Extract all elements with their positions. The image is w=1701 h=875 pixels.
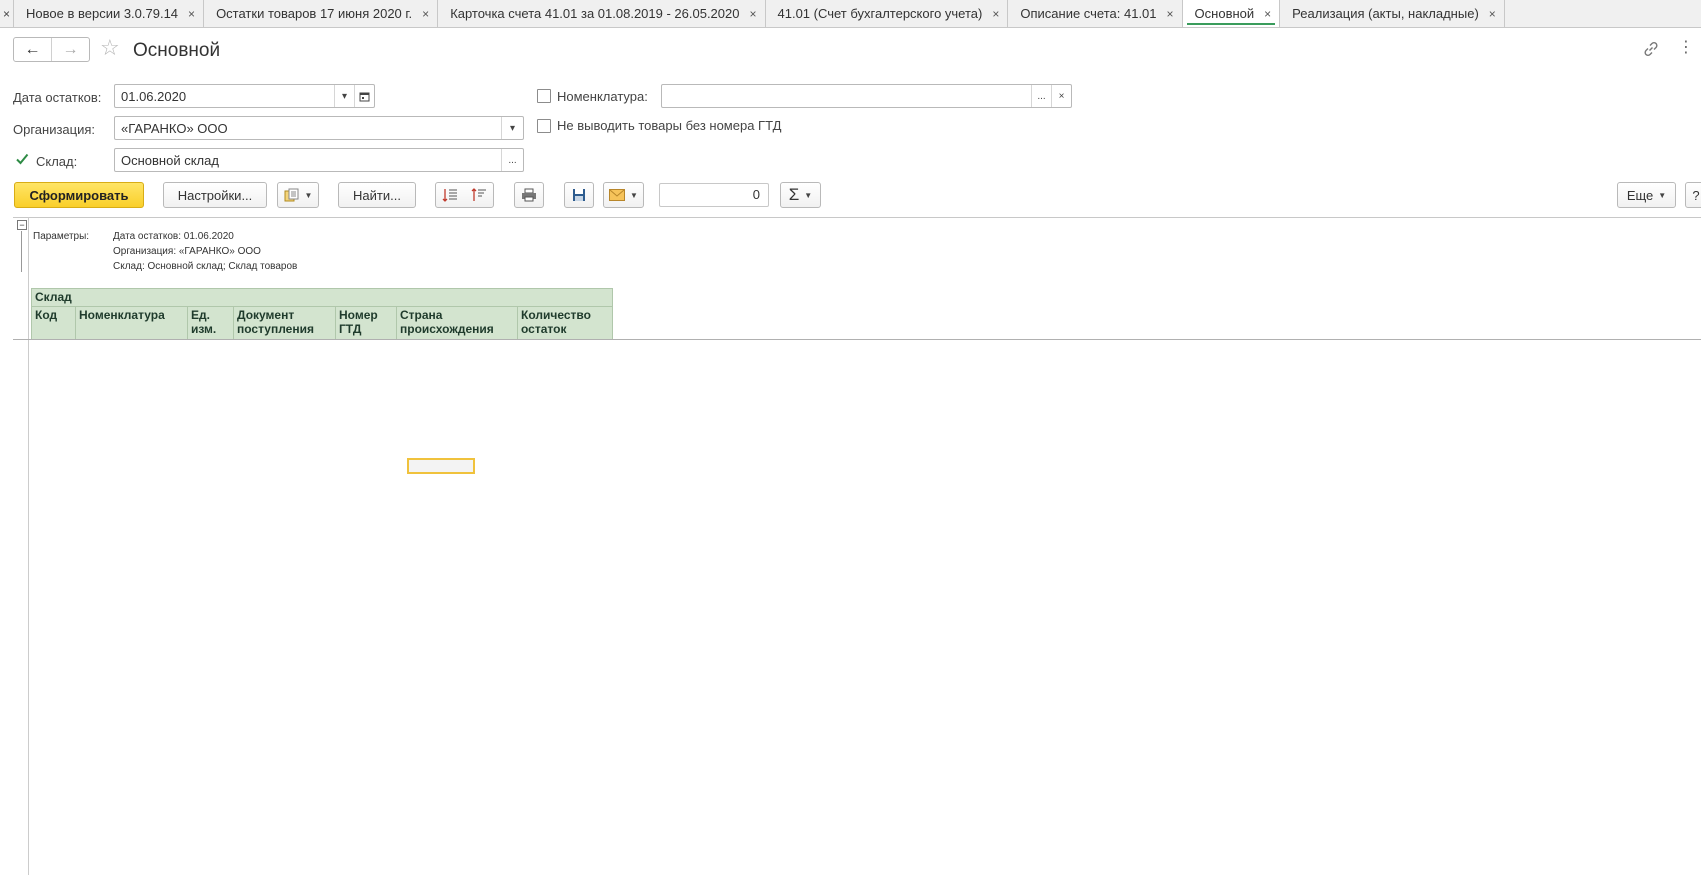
no-gtd-checkbox[interactable]: [537, 119, 551, 133]
dropdown-icon[interactable]: ▾: [501, 117, 523, 139]
column-header-unit: Ед. изм.: [187, 306, 234, 340]
group-header-cell: Склад: [31, 288, 613, 307]
collapse-groups-icon[interactable]: [471, 187, 487, 203]
param-organization: Организация: «ГАРАНКО» ООО: [113, 246, 261, 257]
organization-label: Организация:: [13, 122, 96, 137]
link-icon[interactable]: [1642, 40, 1660, 58]
nomenclature-label: Номенклатура:: [557, 89, 648, 104]
group-line: [21, 231, 22, 272]
close-icon[interactable]: ×: [0, 0, 14, 27]
tab-sales[interactable]: Реализация (акты, накладные) ×: [1280, 0, 1505, 27]
date-field[interactable]: 01.06.2020 ▾: [114, 84, 375, 108]
nomenclature-checkbox[interactable]: [537, 89, 551, 103]
close-icon[interactable]: ×: [188, 7, 195, 21]
more-button[interactable]: Еще ▼: [1617, 182, 1676, 208]
send-email-button[interactable]: ▼: [603, 182, 644, 208]
tab-label: 41.01 (Счет бухгалтерского учета): [777, 6, 983, 21]
more-button-label: Еще: [1626, 187, 1654, 203]
star-icon[interactable]: ☆: [100, 35, 120, 61]
select-button[interactable]: ...: [501, 149, 523, 171]
generate-button[interactable]: Сформировать: [14, 182, 144, 208]
select-button[interactable]: ...: [1031, 85, 1051, 107]
back-arrow-icon[interactable]: ←: [14, 38, 51, 61]
close-icon[interactable]: ×: [1264, 7, 1271, 21]
column-header-gtd-number: Номер ГТД: [335, 306, 397, 340]
find-button[interactable]: Найти...: [338, 182, 416, 208]
warehouse-field[interactable]: Основной склад ...: [114, 148, 524, 172]
report-gutter: [15, 217, 29, 875]
more-vertical-icon[interactable]: ⋮: [1678, 38, 1694, 58]
selected-cell[interactable]: [407, 458, 475, 474]
dropdown-icon[interactable]: ▾: [334, 85, 354, 107]
tab-label: Основной: [1194, 6, 1255, 21]
floppy-disk-icon: [573, 189, 585, 201]
close-icon[interactable]: ×: [992, 7, 999, 21]
tab-label: Новое в версии 3.0.79.14: [26, 6, 179, 21]
column-header-nomenclature: Номенклатура: [75, 306, 188, 340]
dropdown-icon: ▼: [304, 190, 313, 200]
save-button[interactable]: [564, 182, 594, 208]
sum-value-field[interactable]: 0: [659, 183, 769, 207]
column-header-quantity: Количество остаток: [517, 306, 613, 340]
close-icon[interactable]: ×: [749, 7, 756, 21]
envelope-icon: [609, 189, 626, 201]
settings-button[interactable]: Настройки...: [163, 182, 267, 208]
tab-stock-balance[interactable]: Остатки товаров 17 июня 2020 г. ×: [204, 0, 439, 27]
table-divider: [13, 339, 1701, 340]
printer-icon: [522, 188, 536, 202]
warehouse-label: Склад:: [36, 154, 78, 169]
warehouse-checkbox[interactable]: [15, 152, 29, 166]
clear-icon[interactable]: ×: [1051, 85, 1071, 107]
tab-account-description[interactable]: Описание счета: 41.01 ×: [1008, 0, 1183, 27]
tab-bar: × Новое в версии 3.0.79.14 × Остатки това…: [0, 0, 1701, 28]
tab-label: Описание счета: 41.01: [1020, 6, 1157, 21]
param-warehouse: Склад: Основной склад; Склад товаров: [113, 261, 298, 272]
nomenclature-field[interactable]: ... ×: [661, 84, 1072, 108]
help-button[interactable]: ?: [1685, 182, 1701, 208]
column-header-code: Код: [31, 306, 76, 340]
print-button[interactable]: [514, 182, 544, 208]
column-header-country: Страна происхождения: [396, 306, 518, 340]
tab-label: Реализация (акты, накладные): [1292, 6, 1479, 21]
date-label: Дата остатков:: [13, 90, 102, 105]
collapse-icon[interactable]: −: [17, 220, 27, 230]
tab-label: Остатки товаров 17 июня 2020 г.: [216, 6, 413, 21]
sum-button[interactable]: Σ ▼: [780, 182, 821, 208]
date-value: 01.06.2020: [121, 88, 187, 104]
tab-label: Карточка счета 41.01 за 01.08.2019 - 26.…: [450, 6, 740, 21]
param-date: Дата остатков: 01.06.2020: [113, 231, 234, 242]
organization-field[interactable]: «ГАРАНКО» ООО ▾: [114, 116, 524, 140]
close-icon[interactable]: ×: [1167, 7, 1174, 21]
report-table: Склад Код Номенклатура Ед. изм. Документ…: [31, 288, 613, 340]
dropdown-icon: ▼: [804, 190, 813, 200]
forward-arrow-icon[interactable]: →: [51, 38, 89, 61]
sort-buttons: [435, 182, 494, 208]
dropdown-icon: ▼: [630, 190, 638, 200]
close-icon[interactable]: ×: [422, 7, 429, 21]
warehouse-value: Основной склад: [121, 152, 219, 168]
page-title: Основной: [133, 40, 221, 61]
sigma-icon: Σ: [788, 185, 800, 204]
variant-button[interactable]: ▼: [277, 182, 319, 208]
tab-account-card[interactable]: Карточка счета 41.01 за 01.08.2019 - 26.…: [438, 0, 766, 27]
report-variant-icon: [284, 188, 299, 202]
expand-groups-icon[interactable]: [442, 187, 458, 203]
calendar-icon[interactable]: [354, 85, 374, 107]
navigation-buttons: ← →: [13, 37, 90, 62]
column-header-receipt-document: Документ поступления: [233, 306, 336, 340]
tab-account-4101[interactable]: 41.01 (Счет бухгалтерского учета) ×: [766, 0, 1009, 27]
close-icon[interactable]: ×: [1489, 7, 1496, 21]
params-label: Параметры:: [33, 231, 90, 242]
no-gtd-label: Не выводить товары без номера ГТД: [557, 118, 782, 133]
dropdown-icon: ▼: [1658, 190, 1667, 200]
tab-main[interactable]: Основной ×: [1182, 0, 1281, 27]
tab-new-in-version[interactable]: Новое в версии 3.0.79.14 ×: [14, 0, 205, 27]
organization-value: «ГАРАНКО» ООО: [121, 120, 228, 136]
